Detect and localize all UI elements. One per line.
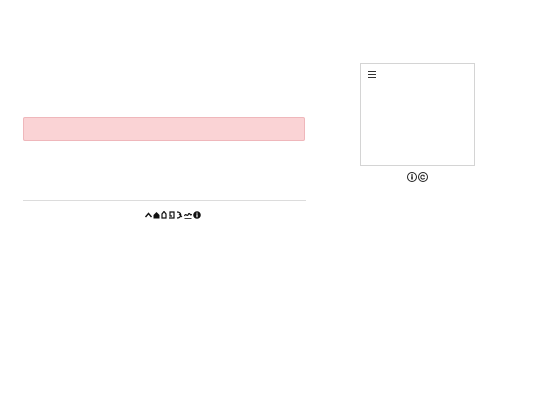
cc-by-icon[interactable] [407, 172, 417, 182]
squiggle-icon[interactable] [184, 211, 192, 219]
cc-sa-icon[interactable] [418, 172, 428, 182]
home-icon[interactable] [153, 211, 160, 219]
side-widget-panel [360, 63, 475, 166]
spiral-icon[interactable] [168, 211, 175, 219]
lamp-icon[interactable] [161, 211, 167, 219]
footer-divider [23, 200, 306, 201]
license-badges [407, 172, 428, 182]
chevron-up-icon[interactable] [145, 211, 152, 219]
info-icon[interactable] [193, 211, 201, 219]
swirl-icon[interactable] [176, 211, 183, 219]
alert-banner [23, 117, 305, 141]
hamburger-menu-icon[interactable] [368, 71, 376, 79]
footer-icon-row [145, 210, 201, 220]
page [0, 0, 540, 405]
